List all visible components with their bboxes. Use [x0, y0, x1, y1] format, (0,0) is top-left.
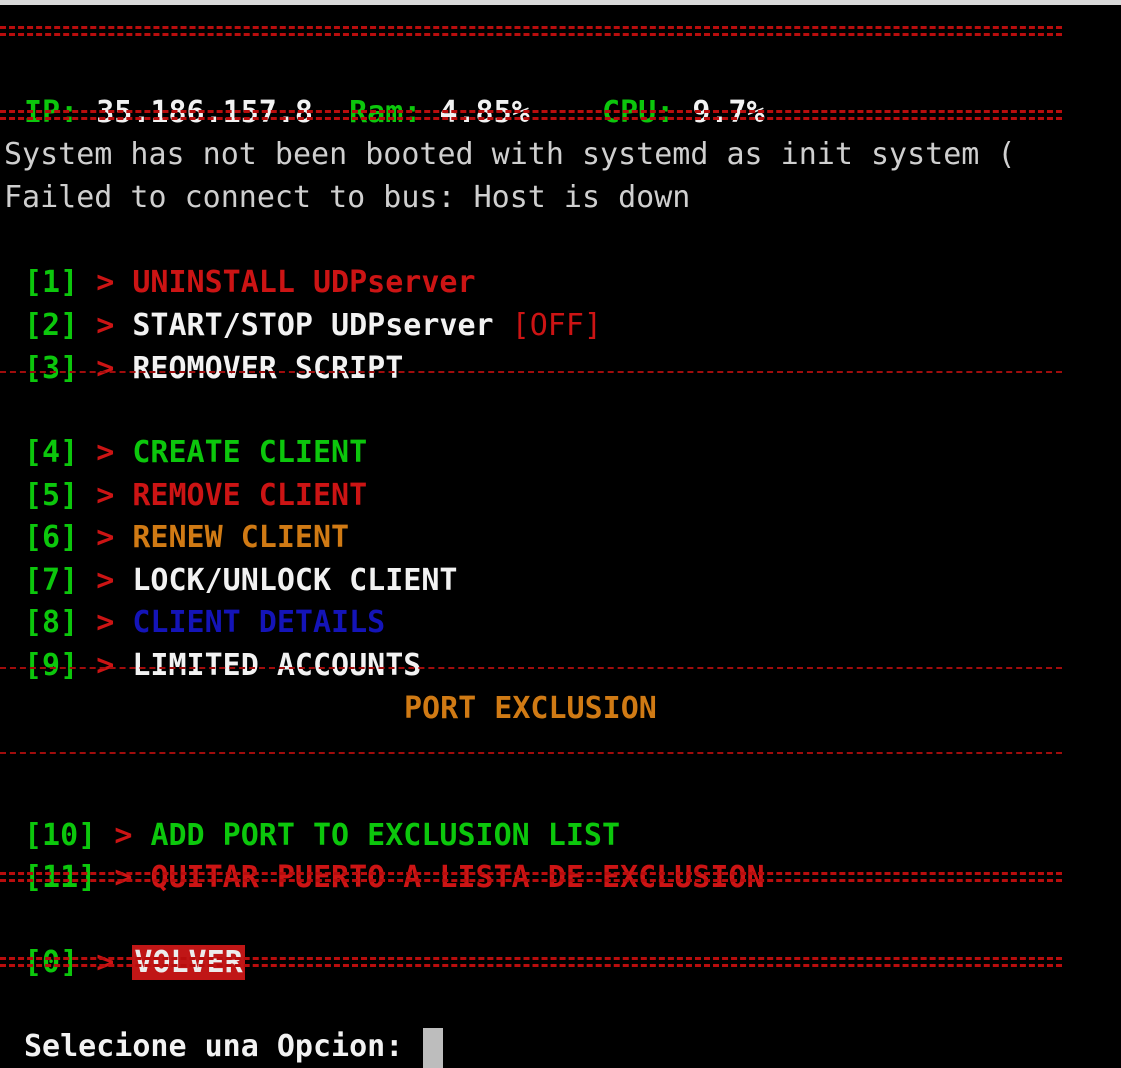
menu-item-number: [3] [24, 351, 79, 386]
system-message: Failed to connect to bus: Host is down [4, 180, 691, 215]
menu-item-client-details[interactable]: [8] > CLIENT DETAILS [24, 560, 385, 640]
separator-single [0, 667, 1062, 669]
menu-item-uninstall[interactable]: [1] > UNINSTALL UDPserver [24, 220, 476, 300]
menu-item-limited-accounts[interactable]: [9] > LIMITED ACCOUNTS [24, 603, 421, 683]
menu-item-remove-client[interactable]: [5] > REMOVE CLIENT [24, 433, 367, 513]
menu-item-label: LIMITED ACCOUNTS [132, 648, 422, 683]
separator-double [0, 24, 1062, 40]
input-prompt[interactable]: Selecione una Opcion: [24, 984, 444, 1068]
section-title-port-exclusion: PORT EXCLUSION [404, 691, 657, 726]
menu-item-label: REOMOVER SCRIPT [132, 351, 404, 386]
separator-double [0, 870, 1062, 886]
prompt-label: Selecione una Opcion: [24, 1029, 404, 1064]
separator-double [0, 955, 1062, 971]
menu-item-remove-script[interactable]: [3] > REOMOVER SCRIPT [24, 306, 403, 386]
menu-item-create-client[interactable]: [4] > CREATE CLIENT [24, 390, 367, 470]
status-badge: [OFF] [511, 308, 602, 343]
menu-item-start-stop[interactable]: [2] > START/STOP UDPserver [OFF] [24, 263, 602, 343]
separator-single [0, 752, 1062, 754]
system-message: System has not been booted with systemd … [4, 137, 1016, 172]
menu-item-renew-client[interactable]: [6] > RENEW CLIENT [24, 475, 349, 555]
window-top-edge [0, 0, 1121, 5]
terminal-cursor [423, 1027, 444, 1068]
separator-single [0, 371, 1062, 373]
menu-item-lock-unlock[interactable]: [7] > LOCK/UNLOCK CLIENT [24, 518, 457, 598]
system-stats-line: IP: 35.186.157.8 Ram: 4.85% CPU: 9.7% [24, 50, 765, 130]
menu-item-number: [9] [24, 648, 79, 683]
arrow-icon: > [96, 351, 115, 386]
menu-item-add-port[interactable]: [10] > ADD PORT TO EXCLUSION LIST [24, 773, 620, 853]
separator-double [0, 108, 1062, 124]
menu-item-back[interactable]: [0] > VOLVER [24, 900, 245, 980]
arrow-icon: > [96, 648, 115, 683]
menu-item-remove-port[interactable]: [11] > QUITAR PUERTO A LISTA DE EXCLUSIO… [24, 815, 765, 895]
